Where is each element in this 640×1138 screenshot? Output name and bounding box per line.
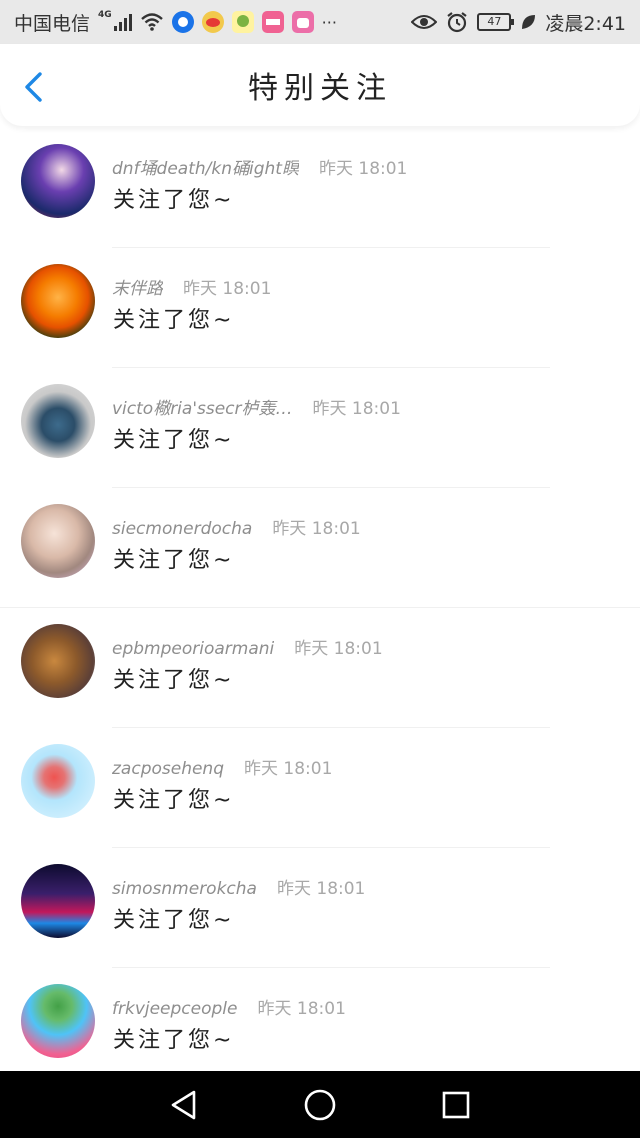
status-bar: 中国电信 4G ··· 47 凌晨2:41 [0,0,640,44]
timestamp: 昨天 18:01 [294,639,383,659]
network-type-label: 4G [98,10,112,20]
avatar[interactable] [21,864,95,938]
notification-list: dnf埇death/kn硧ight瞑 昨天 18:01 关注了您~ 末伴路 昨天 1… [0,128,640,1088]
avatar[interactable] [21,384,95,458]
timestamp: 昨天 18:01 [244,759,333,779]
message-text: 关注了您~ [113,788,235,813]
clock-label: 凌晨2:41 [545,12,626,35]
more-notifications-label: ··· [321,12,337,32]
avatar[interactable] [21,264,95,338]
timestamp: 昨天 18:01 [272,519,361,539]
signal-icon [113,13,132,31]
triangle-back-icon [171,1090,196,1119]
nav-home-button[interactable] [252,1071,388,1138]
message-text: 关注了您~ [113,308,235,333]
timestamp: 昨天 18:01 [312,399,401,419]
username[interactable]: epbmpeorioarmani [112,639,274,659]
list-item[interactable]: dnf埇death/kn硧ight瞑 昨天 18:01 关注了您~ [0,128,640,248]
avatar[interactable] [21,144,95,218]
mascot-app-icon [231,11,254,33]
username[interactable]: frkvjeepceople [112,999,238,1019]
nav-recents-button[interactable] [388,1071,524,1138]
eye-icon [411,15,438,29]
username[interactable]: victo㯳ria'ssecr栌轰… [112,394,293,419]
avatar[interactable] [21,504,95,578]
list-item[interactable]: siecmonerdocha 昨天 18:01 关注了您~ [0,488,640,608]
message-text: 关注了您~ [113,908,235,933]
wifi-icon [140,13,163,31]
list-item[interactable]: frkvjeepceople 昨天 18:01 关注了您~ [0,968,640,1088]
carrier-label: 中国电信 [14,12,91,35]
browser-app-icon [171,11,194,33]
avatar[interactable] [21,744,95,818]
message-text: 关注了您~ [113,428,235,453]
alarm-icon [447,12,467,33]
title-bar: 特别关注 [0,44,640,126]
message-text: 关注了您~ [113,548,235,573]
username[interactable]: simosnmerokcha [112,879,257,899]
leaf-icon [522,15,536,29]
square-recents-icon [442,1091,470,1118]
circle-home-icon [304,1089,336,1120]
list-item[interactable]: 末伴路 昨天 18:01 关注了您~ [0,248,640,368]
username[interactable]: 末伴路 [112,274,163,299]
timestamp: 昨天 18:01 [318,159,408,179]
weibo-app-icon [201,11,224,33]
message-text: 关注了您~ [113,668,235,693]
timestamp: 昨天 18:01 [257,999,346,1019]
cat-app-icon [291,11,314,33]
message-text: 关注了您~ [113,188,235,213]
username[interactable]: zacposehenq [112,759,224,779]
chevron-left-icon[interactable] [22,72,46,102]
system-nav-bar [0,1071,640,1138]
avatar[interactable] [21,624,95,698]
timestamp: 昨天 18:01 [183,279,272,299]
username[interactable]: siecmonerdocha [112,519,252,539]
message-text: 关注了您~ [113,1028,235,1053]
screen: 中国电信 4G ··· 47 凌晨2:41 特别关注 dnf埇death/kn硧… [0,0,640,1138]
list-item[interactable]: victo㯳ria'ssecr栌轰… 昨天 18:01 关注了您~ [0,368,640,488]
nav-back-button[interactable] [116,1071,252,1138]
list-item[interactable]: simosnmerokcha 昨天 18:01 关注了您~ [0,848,640,968]
battery-icon: 47 [477,13,515,31]
page-title: 特别关注 [248,71,392,106]
list-item[interactable]: zacposehenq 昨天 18:01 关注了您~ [0,728,640,848]
bilibili-app-icon [261,11,284,33]
avatar[interactable] [21,984,95,1058]
username[interactable]: dnf埇death/kn硧ight瞑 [112,154,299,179]
list-item[interactable]: epbmpeorioarmani 昨天 18:01 关注了您~ [0,608,640,728]
battery-level: 47 [487,15,502,28]
timestamp: 昨天 18:01 [276,879,366,899]
